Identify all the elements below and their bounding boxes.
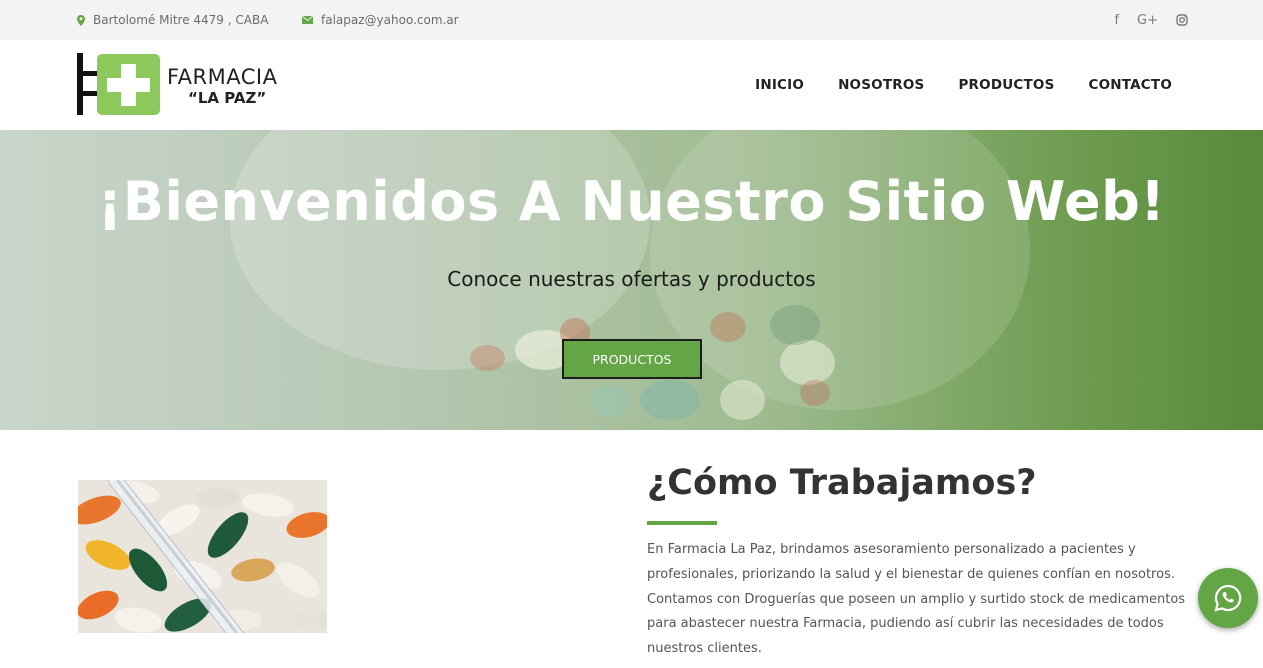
whatsapp-icon: [1214, 584, 1242, 612]
how-we-work-title: ¿Cómo Trabajamos?: [647, 463, 1037, 503]
facebook-icon[interactable]: f: [1114, 13, 1119, 28]
nav-nosotros[interactable]: NOSOTROS: [838, 77, 924, 93]
email-info[interactable]: falapaz@yahoo.com.ar: [302, 0, 459, 40]
address-info: Bartolomé Mitre 4479 , CABA: [77, 0, 268, 40]
main-header: FARMACIA “LA PAZ” INICIO NOSOTROS PRODUC…: [0, 40, 1263, 130]
farmacia-logo[interactable]: FARMACIA “LA PAZ”: [77, 53, 297, 117]
instagram-icon[interactable]: [1176, 14, 1188, 26]
pills-thermometer-image: [78, 480, 327, 633]
email-text[interactable]: falapaz@yahoo.com.ar: [321, 13, 459, 27]
social-links: f G+: [1114, 0, 1188, 40]
nav-inicio[interactable]: INICIO: [755, 77, 804, 93]
main-nav: INICIO NOSOTROS PRODUCTOS CONTACTO: [755, 40, 1172, 130]
hero-banner: ¡Bienvenidos A Nuestro Sitio Web! Conoce…: [0, 130, 1263, 430]
hero-subtitle: Conoce nuestras ofertas y productos: [447, 267, 816, 291]
how-we-work-text: En Farmacia La Paz, brindamos asesoramie…: [647, 542, 1186, 657]
address-text: Bartolomé Mitre 4479 , CABA: [93, 13, 269, 27]
whatsapp-button[interactable]: [1198, 568, 1258, 628]
google-plus-icon[interactable]: G+: [1137, 13, 1158, 28]
nav-productos[interactable]: PRODUCTOS: [958, 77, 1054, 93]
pills-illustration: [78, 480, 327, 633]
logo-text-line1: FARMACIA: [167, 65, 278, 89]
map-marker-icon: [77, 14, 85, 26]
hero-title: ¡Bienvenidos A Nuestro Sitio Web!: [97, 170, 1166, 233]
envelope-icon: [302, 16, 313, 24]
productos-button[interactable]: PRODUCTOS: [562, 339, 702, 379]
title-divider: [647, 521, 717, 525]
top-info-bar: Bartolomé Mitre 4479 , CABA falapaz@yaho…: [0, 0, 1263, 40]
logo-text-line2: “LA PAZ”: [188, 89, 267, 107]
nav-contacto[interactable]: CONTACTO: [1089, 77, 1172, 93]
